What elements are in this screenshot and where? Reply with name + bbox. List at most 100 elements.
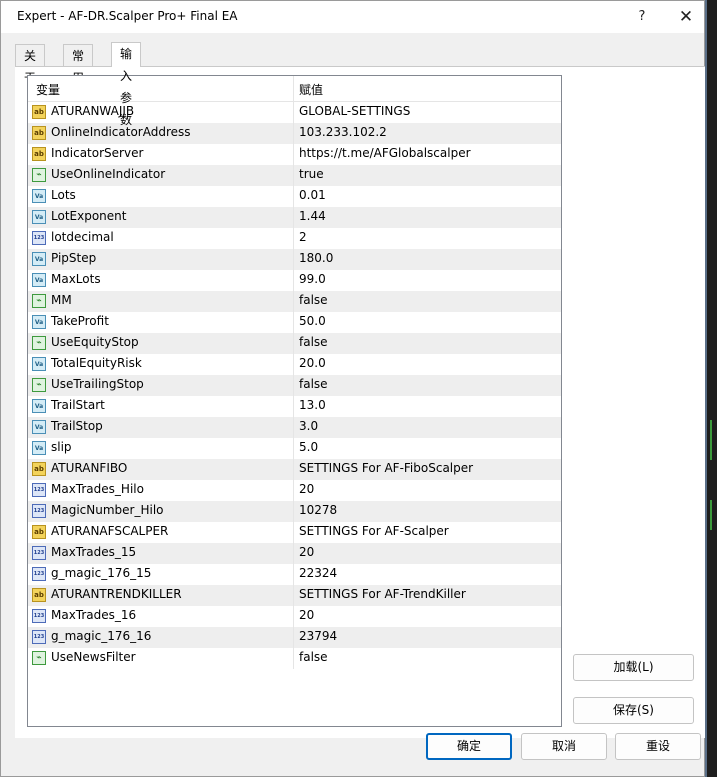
table-row[interactable]: ab OnlineIndicatorAddress 103.233.102.2 [28,123,561,144]
table-row[interactable]: ab ATURANAFSCALPER SETTINGS For AF-Scalper [28,522,561,543]
cell-divider [293,165,294,186]
parameter-value[interactable]: 3.0 [299,419,318,433]
parameter-value[interactable]: 50.0 [299,314,326,328]
parameter-name: ATURANAFSCALPER [51,524,169,538]
reset-button[interactable]: 重设 [615,733,701,760]
table-row[interactable]: Va TakeProfit 50.0 [28,312,561,333]
table-row[interactable]: Va LotExponent 1.44 [28,207,561,228]
cell-divider [293,123,294,144]
parameter-value[interactable]: 103.233.102.2 [299,125,387,139]
cell-divider [293,585,294,606]
parameter-value[interactable]: SETTINGS For AF-TrendKiller [299,587,466,601]
table-row[interactable]: 123 MaxTrades_16 20 [28,606,561,627]
ok-button[interactable]: 确定 [426,733,512,760]
table-row[interactable]: Va slip 5.0 [28,438,561,459]
table-row[interactable]: 123 g_magic_176_15 22324 [28,564,561,585]
parameter-value[interactable]: https://t.me/AFGlobalscalper [299,146,471,160]
table-row[interactable]: Va TrailStart 13.0 [28,396,561,417]
double-type-icon: Va [32,252,46,266]
parameter-value[interactable]: SETTINGS For AF-FiboScalper [299,461,473,475]
cell-divider [293,354,294,375]
table-row[interactable]: ⌁ MM false [28,291,561,312]
parameter-value[interactable]: 2 [299,230,307,244]
parameter-value[interactable]: 20 [299,482,314,496]
table-row[interactable]: ⌁ UseEquityStop false [28,333,561,354]
parameter-value[interactable]: 13.0 [299,398,326,412]
save-button[interactable]: 保存(S) [573,697,694,724]
table-row[interactable]: ab ATURANFIBO SETTINGS For AF-FiboScalper [28,459,561,480]
table-row[interactable]: ab IndicatorServer https://t.me/AFGlobalsc… [28,144,561,165]
parameter-value[interactable]: 99.0 [299,272,326,286]
cell-divider [293,627,294,648]
parameter-value[interactable]: false [299,335,328,349]
column-divider[interactable] [293,76,294,101]
double-type-icon: Va [32,357,46,371]
table-row[interactable]: Va TotalEquityRisk 20.0 [28,354,561,375]
table-row[interactable]: ⌁ UseOnlineIndicator true [28,165,561,186]
table-row[interactable]: 123 MagicNumber_Hilo 10278 [28,501,561,522]
string-type-icon: ab [32,147,46,161]
cell-divider [293,186,294,207]
table-header: 变量 赋值 [28,76,561,102]
table-row[interactable]: Va Lots 0.01 [28,186,561,207]
parameter-value[interactable]: 23794 [299,629,337,643]
parameter-value[interactable]: 1.44 [299,209,326,223]
cell-divider [293,270,294,291]
string-type-icon: ab [32,105,46,119]
table-row[interactable]: 123 MaxTrades_Hilo 20 [28,480,561,501]
load-button[interactable]: 加载(L) [573,654,694,681]
parameter-value[interactable]: SETTINGS For AF-Scalper [299,524,449,538]
parameter-name: UseTrailingStop [51,377,144,391]
string-type-icon: ab [32,525,46,539]
parameter-value[interactable]: 5.0 [299,440,318,454]
cell-divider [293,207,294,228]
table-row[interactable]: 123 lotdecimal 2 [28,228,561,249]
column-header-value[interactable]: 赋值 [299,81,323,98]
parameter-value[interactable]: 10278 [299,503,337,517]
parameter-value[interactable]: 22324 [299,566,337,580]
parameter-value[interactable]: 20 [299,545,314,559]
table-row[interactable]: 123 MaxTrades_15 20 [28,543,561,564]
parameter-name: ATURANFIBO [51,461,128,475]
table-row[interactable]: ⌁ UseTrailingStop false [28,375,561,396]
parameter-value[interactable]: true [299,167,324,181]
parameter-value[interactable]: false [299,650,328,664]
cell-divider [293,501,294,522]
parameter-value[interactable]: 180.0 [299,251,333,265]
cancel-button[interactable]: 取消 [521,733,607,760]
table-row[interactable]: ab ATURANTRENDKILLER SETTINGS For AF-Trend… [28,585,561,606]
parameter-value[interactable]: 20.0 [299,356,326,370]
column-header-variable[interactable]: 变量 [36,81,60,98]
parameter-name: lotdecimal [51,230,114,244]
tab-inputs[interactable]: 输入参数 [111,42,142,127]
parameter-name: TotalEquityRisk [51,356,142,370]
table-row[interactable]: ⌁ UseNewsFilter false [28,648,561,669]
title-bar: Expert - AF-DR.Scalper Pro+ Final EA ? ✕ [1,1,704,33]
window-title: Expert - AF-DR.Scalper Pro+ Final EA [17,9,238,23]
parameter-name: TakeProfit [51,314,109,328]
close-button[interactable]: ✕ [675,7,697,27]
parameter-value[interactable]: GLOBAL-SETTINGS [299,104,410,118]
cell-divider [293,144,294,165]
parameters-table: 变量 赋值 ab ATURANWAJIB GLOBAL-SETTINGS ab Onli… [27,75,562,727]
parameter-value[interactable]: 20 [299,608,314,622]
string-type-icon: ab [32,462,46,476]
table-row[interactable]: Va MaxLots 99.0 [28,270,561,291]
parameter-name: MaxLots [51,272,101,286]
parameter-value[interactable]: false [299,377,328,391]
tab-common[interactable]: 常用 [63,44,94,85]
cell-divider [293,480,294,501]
parameter-name: MM [51,293,72,307]
double-type-icon: Va [32,189,46,203]
parameter-value[interactable]: 0.01 [299,188,326,202]
help-button[interactable]: ? [631,7,653,27]
cell-divider [293,312,294,333]
table-row[interactable]: 123 g_magic_176_16 23794 [28,627,561,648]
parameter-value[interactable]: false [299,293,328,307]
cell-divider [293,522,294,543]
table-row[interactable]: ab ATURANWAJIB GLOBAL-SETTINGS [28,102,561,123]
table-row[interactable]: Va PipStep 180.0 [28,249,561,270]
tab-about[interactable]: 关于 [15,44,46,85]
parameter-name: ATURANTRENDKILLER [51,587,182,601]
table-row[interactable]: Va TrailStop 3.0 [28,417,561,438]
